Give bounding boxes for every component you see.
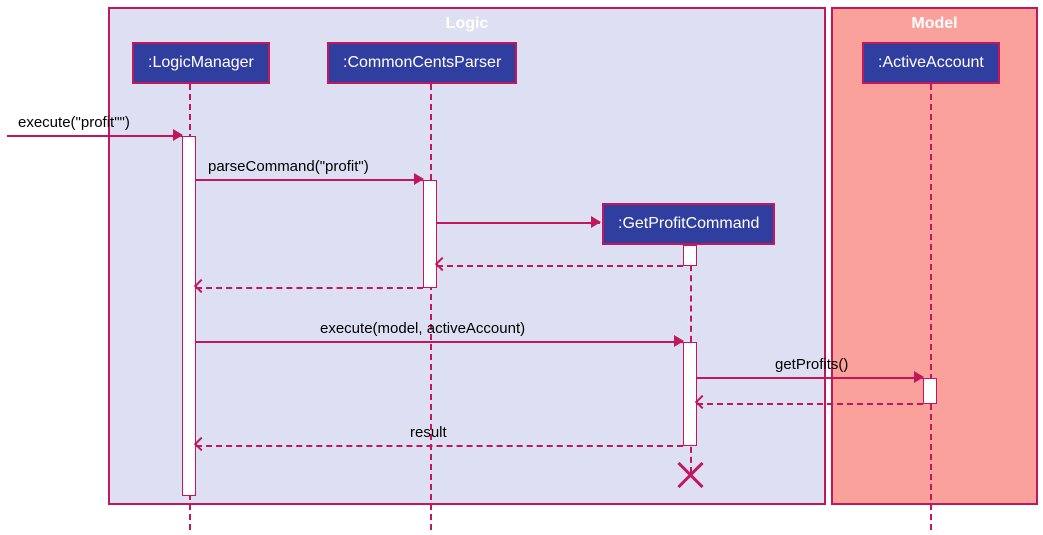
destroy-get-profit-command xyxy=(675,460,705,490)
lifeline-active-account xyxy=(930,84,932,530)
arrowhead-execute-model xyxy=(674,335,684,347)
msg-return-to-ccp xyxy=(437,265,683,267)
participant-logic-manager: :LogicManager xyxy=(132,42,270,84)
msg-get-profits xyxy=(697,377,923,379)
arrowhead-create-get-profit xyxy=(591,216,601,228)
participant-common-cents-parser: :CommonCentsParser xyxy=(327,42,517,84)
frame-model-title: Model xyxy=(911,15,957,33)
msg-execute-entry xyxy=(7,135,182,137)
label-execute-entry: execute("profit"") xyxy=(18,114,130,131)
msg-result xyxy=(196,445,683,447)
msg-return-to-gpc xyxy=(697,403,923,405)
participant-get-profit-command: :GetProfitCommand xyxy=(602,203,775,245)
participant-active-account: :ActiveAccount xyxy=(862,42,1000,84)
msg-parse-command xyxy=(196,179,423,181)
activation-logic-manager xyxy=(182,136,196,496)
activation-active-account xyxy=(923,378,937,404)
msg-return-to-lm1 xyxy=(196,287,423,289)
label-execute-model: execute(model, activeAccount) xyxy=(320,320,525,337)
label-parse-command: parseCommand("profit") xyxy=(208,158,369,175)
msg-create-get-profit xyxy=(437,222,600,224)
arrowhead-parse-command xyxy=(414,173,424,185)
activation-common-cents-parser xyxy=(423,180,437,288)
frame-logic-title: Logic xyxy=(446,15,489,33)
label-result: result xyxy=(410,424,447,441)
lifeline-common-cents-parser xyxy=(430,84,432,530)
arrowhead-get-profits xyxy=(914,371,924,383)
arrowhead-execute-entry xyxy=(173,129,183,141)
activation-get-profit-command-2 xyxy=(683,342,697,446)
msg-execute-model xyxy=(196,341,683,343)
activation-get-profit-command-1 xyxy=(683,245,697,266)
label-get-profits: getProfits() xyxy=(775,356,848,373)
